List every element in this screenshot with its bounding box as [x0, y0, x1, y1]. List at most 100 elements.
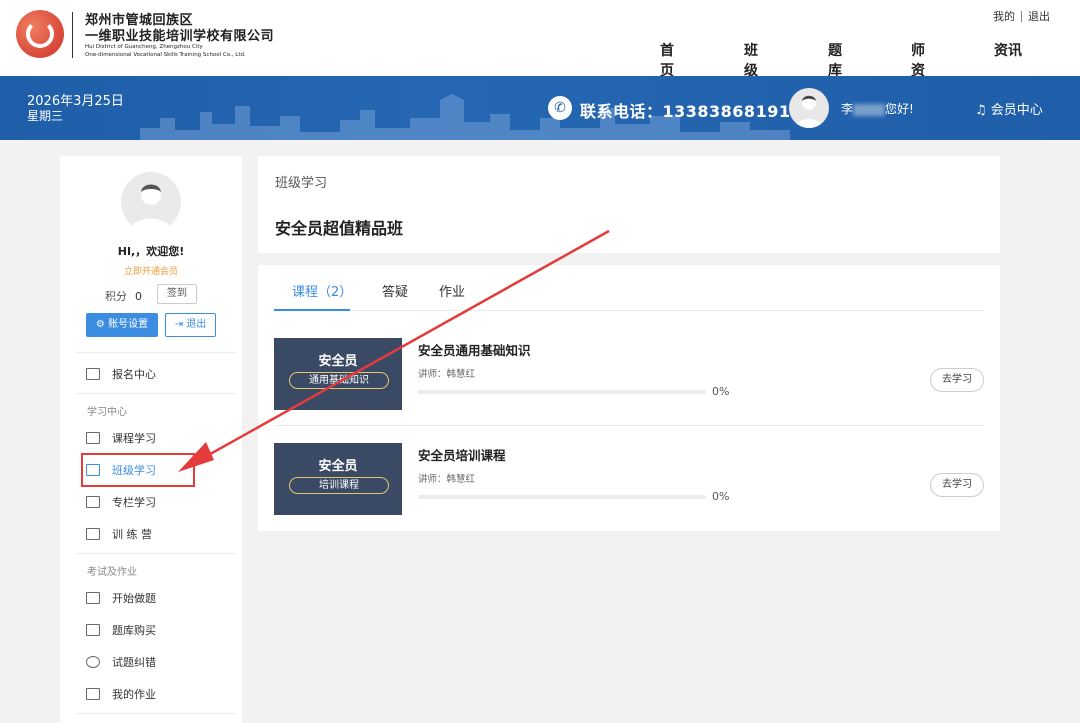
- account-settings-label: 账号设置: [108, 319, 149, 330]
- sidebar-item-label: 训 练 营: [112, 528, 152, 541]
- course-teacher: 讲师：韩慧红: [418, 369, 476, 380]
- sidebar-item-error-correction[interactable]: 试题纠错: [86, 654, 156, 670]
- contact-phone: 联系电话：13383868191: [580, 102, 791, 121]
- book-icon: [86, 368, 100, 380]
- sidebar-divider: [76, 393, 236, 394]
- sidebar-item-label: 题库购买: [112, 624, 156, 637]
- nav-class[interactable]: 班级: [744, 40, 758, 80]
- course-thumbnail[interactable]: 安全员 通用基础知识: [274, 338, 402, 410]
- sidebar-item-register[interactable]: 报名中心: [86, 366, 156, 382]
- greeting-prefix: 李: [841, 102, 854, 116]
- phone-icon: ✆: [548, 96, 572, 120]
- class-header-card: 班级学习 安全员超值精品班: [258, 156, 1000, 253]
- progress-bar: [418, 495, 706, 499]
- sidebar-divider: [76, 553, 236, 554]
- blue-banner: 2026年3月25日 星期三 ✆ 联系电话：13383868191 李您好! ♫…: [0, 76, 1080, 140]
- sidebar-item-start-quiz[interactable]: 开始做题: [86, 590, 156, 606]
- sidebar-logout-label: 退出: [186, 319, 207, 330]
- annotation-highlight-box: [81, 453, 195, 487]
- tab-courses[interactable]: 课程（2）: [292, 281, 352, 300]
- redacted-name: [853, 103, 886, 116]
- logo-divider: [72, 12, 73, 58]
- logout-icon: ⇥: [174, 319, 184, 330]
- points-display: 积分 0: [105, 288, 142, 304]
- close-circle-icon: [86, 656, 100, 668]
- banner-weekday: 星期三: [27, 109, 64, 123]
- points-label: 积分: [105, 290, 127, 303]
- bell-icon: ♫: [975, 103, 987, 118]
- member-center-label: 会员中心: [990, 103, 1043, 118]
- sidebar-item-column-study[interactable]: 专栏学习: [86, 494, 156, 510]
- left-sidebar: HI,，欢迎您! 立即开通会员 积分 0 签到 ⚙ 账号设置 ⇥ 退出 报名中心 …: [60, 156, 242, 723]
- group-study-center: 学习中心: [87, 407, 127, 418]
- progress-percent: 0%: [712, 490, 730, 503]
- nav-teachers[interactable]: 师资: [911, 40, 925, 80]
- sidebar-avatar[interactable]: [121, 172, 181, 232]
- mine-link[interactable]: 我的: [993, 8, 1015, 24]
- course-divider: [274, 425, 984, 426]
- sidebar-item-my-homework[interactable]: 我的作业: [86, 686, 156, 702]
- progress-percent: 0%: [712, 385, 730, 398]
- sidebar-item-course-study[interactable]: 课程学习: [86, 430, 156, 446]
- link-separator: [1021, 10, 1022, 22]
- gear-icon: ⚙: [95, 319, 105, 330]
- edit-icon: [86, 688, 100, 700]
- sidebar-item-label: 课程学习: [112, 432, 156, 445]
- sidebar-item-label: 开始做题: [112, 592, 156, 605]
- points-value: 0: [135, 290, 142, 303]
- thumb-title: 安全员: [318, 354, 358, 369]
- nav-news[interactable]: 资讯: [994, 40, 1022, 60]
- member-center-link[interactable]: ♫ 会员中心: [975, 99, 1043, 118]
- document-icon: [86, 432, 100, 444]
- account-settings-button[interactable]: ⚙ 账号设置: [86, 313, 158, 337]
- course-item[interactable]: 安全员 培训课程 安全员培训课程 讲师：韩慧红 0% 去学习: [274, 443, 984, 533]
- class-title: 安全员超值精品班: [275, 219, 404, 238]
- top-links: 我的 退出: [993, 8, 1050, 24]
- user-greeting: 李 您好!: [841, 100, 914, 117]
- sidebar-item-buy-bank[interactable]: 题库购买: [86, 622, 156, 638]
- nav-home[interactable]: 首页: [660, 40, 674, 80]
- course-name[interactable]: 安全员通用基础知识: [418, 340, 531, 359]
- org-en-line2: One-dimensional Vocational Skills Traini…: [85, 52, 246, 58]
- thumb-subtitle: 通用基础知识: [289, 372, 389, 389]
- progress-bar: [418, 390, 706, 394]
- active-tab-indicator: [274, 309, 350, 311]
- cart-icon: [86, 624, 100, 636]
- nav-question-bank[interactable]: 题库: [828, 40, 842, 80]
- logout-link[interactable]: 退出: [1028, 8, 1050, 24]
- top-header: 郑州市管城回族区 一维职业技能培训学校有限公司 Hui District of …: [0, 0, 1080, 79]
- welcome-text: HI,，欢迎您!: [117, 245, 185, 258]
- class-content-card: 课程（2） 答疑 作业 安全员 通用基础知识 安全员通用基础知识 讲师：韩慧红 …: [258, 265, 1000, 531]
- go-study-button[interactable]: 去学习: [930, 368, 984, 392]
- course-item[interactable]: 安全员 通用基础知识 安全员通用基础知识 讲师：韩慧红 0% 去学习: [274, 338, 984, 428]
- org-name-line2: 一维职业技能培训学校有限公司: [85, 29, 275, 44]
- tab-homework[interactable]: 作业: [439, 281, 465, 300]
- group-exam-homework: 考试及作业: [87, 567, 137, 578]
- open-vip-link[interactable]: 立即开通会员: [60, 264, 242, 277]
- sidebar-divider: [76, 713, 236, 714]
- sidebar-item-label: 我的作业: [112, 688, 156, 701]
- logo-mark: [26, 20, 54, 48]
- user-avatar[interactable]: [789, 88, 829, 128]
- course-thumbnail[interactable]: 安全员 培训课程: [274, 443, 402, 515]
- course-name[interactable]: 安全员培训课程: [418, 445, 506, 464]
- sidebar-item-label: 试题纠错: [112, 656, 156, 669]
- signin-button[interactable]: 签到: [157, 284, 197, 304]
- school-logo[interactable]: [16, 10, 64, 58]
- go-study-button[interactable]: 去学习: [930, 473, 984, 497]
- open-book-icon: [86, 496, 100, 508]
- tab-bar: 课程（2） 答疑 作业: [274, 265, 984, 311]
- sidebar-item-training-camp[interactable]: 训 练 营: [86, 526, 152, 542]
- tab-qa[interactable]: 答疑: [382, 281, 408, 300]
- sidebar-divider: [76, 352, 236, 353]
- sidebar-item-label: 报名中心: [112, 368, 156, 381]
- monitor-icon: [86, 528, 100, 540]
- avatar-silhouette-icon: [129, 184, 173, 232]
- thumb-title: 安全员: [318, 459, 358, 474]
- course-teacher: 讲师：韩慧红: [418, 474, 476, 485]
- greeting-suffix: 您好!: [885, 102, 914, 116]
- sidebar-logout-button[interactable]: ⇥ 退出: [165, 313, 216, 337]
- breadcrumb: 班级学习: [275, 176, 328, 191]
- org-en-line1: Hui District of Guancheng, Zhengzhou Cit…: [85, 44, 203, 50]
- thumb-subtitle: 培训课程: [289, 477, 389, 494]
